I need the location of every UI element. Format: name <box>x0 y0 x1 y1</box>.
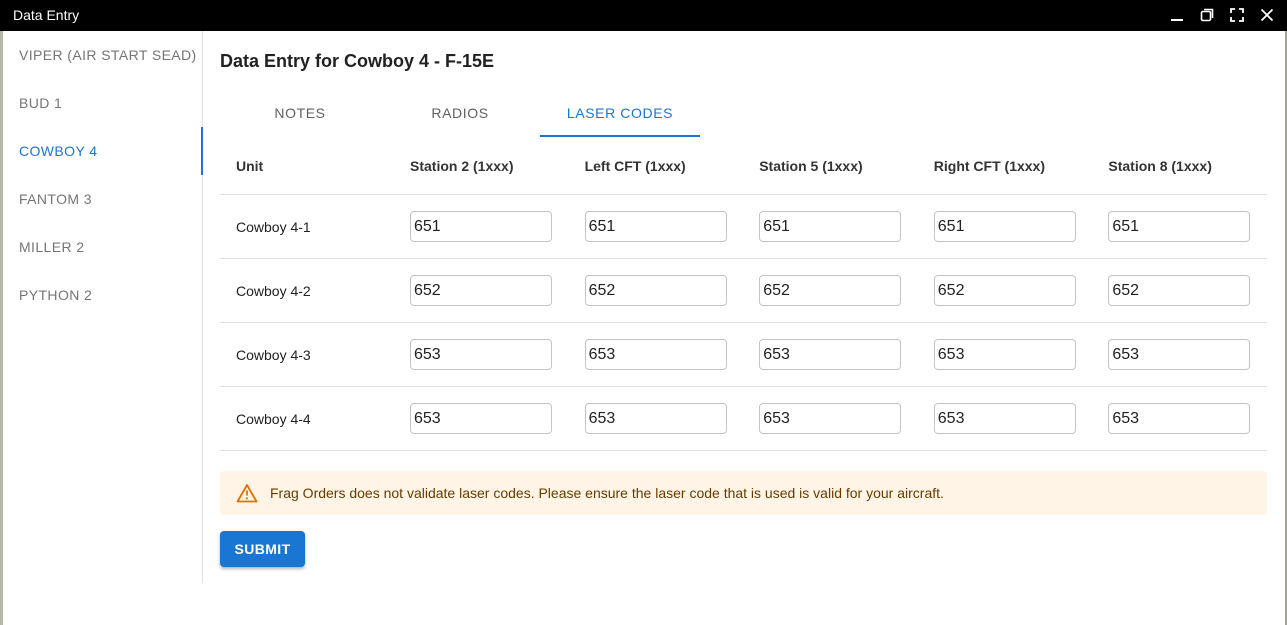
laser-code-input[interactable] <box>410 211 552 242</box>
sidebar-item-miller[interactable]: MILLER 2 <box>3 223 202 271</box>
laser-code-input[interactable] <box>584 275 727 306</box>
sidebar-item-label: MILLER 2 <box>19 239 85 255</box>
fullscreen-icon[interactable] <box>1229 6 1245 24</box>
sidebar-item-label: BUD 1 <box>19 95 63 111</box>
tab-bar: NOTES RADIOS LASER CODES <box>220 89 700 137</box>
laser-code-input[interactable] <box>933 403 1076 434</box>
laser-code-input[interactable] <box>410 403 552 434</box>
sidebar-item-label: PYTHON 2 <box>19 287 93 303</box>
laser-code-input[interactable] <box>759 403 902 434</box>
laser-code-input[interactable] <box>759 211 902 242</box>
warning-icon <box>236 483 258 503</box>
minimize-icon[interactable] <box>1169 6 1185 24</box>
page-title: Data Entry for Cowboy 4 - F-15E <box>220 51 495 71</box>
laser-code-input[interactable] <box>759 275 902 306</box>
sidebar-item-viper[interactable]: VIPER (AIR START SEAD) <box>3 31 202 79</box>
unit-name: Cowboy 4-1 <box>236 218 311 235</box>
submit-button[interactable]: SUBMIT <box>220 531 305 567</box>
laser-code-input[interactable] <box>933 211 1076 242</box>
warning-alert: Frag Orders does not validate laser code… <box>220 471 1267 515</box>
table-row: Cowboy 4-1 <box>220 195 1267 259</box>
window-title: Data Entry <box>13 7 80 23</box>
sidebar-item-label: FANTOM 3 <box>19 191 92 207</box>
restore-icon[interactable] <box>1199 6 1215 24</box>
sidebar-item-label: COWBOY 4 <box>19 143 98 159</box>
column-header-left-cft: Left CFT (1xxx) <box>584 158 686 174</box>
laser-code-input[interactable] <box>1108 339 1251 370</box>
flight-sidebar: VIPER (AIR START SEAD) BUD 1 COWBOY 4 FA… <box>3 31 203 583</box>
table-row: Cowboy 4-2 <box>220 259 1267 323</box>
column-header-station-8: Station 8 (1xxx) <box>1108 158 1212 174</box>
warning-text: Frag Orders does not validate laser code… <box>270 485 944 501</box>
table-row: Cowboy 4-4 <box>220 387 1267 451</box>
laser-code-table: Unit Station 2 (1xxx) Left CFT (1xxx) St… <box>220 138 1267 451</box>
column-header-station-5: Station 5 (1xxx) <box>759 158 863 174</box>
laser-code-input[interactable] <box>933 339 1076 370</box>
laser-code-input[interactable] <box>584 403 727 434</box>
sidebar-item-fantom[interactable]: FANTOM 3 <box>3 175 202 223</box>
tab-radios[interactable]: RADIOS <box>380 89 540 137</box>
laser-code-input[interactable] <box>410 339 552 370</box>
laser-code-input[interactable] <box>933 275 1076 306</box>
column-header-station-2: Station 2 (1xxx) <box>410 158 514 174</box>
tab-notes[interactable]: NOTES <box>220 89 380 137</box>
laser-code-input[interactable] <box>584 211 727 242</box>
sidebar-item-python[interactable]: PYTHON 2 <box>3 271 202 319</box>
laser-code-input[interactable] <box>1108 275 1251 306</box>
column-header-unit: Unit <box>236 158 264 174</box>
laser-code-input[interactable] <box>1108 211 1251 242</box>
table-row: Cowboy 4-3 <box>220 323 1267 387</box>
window-titlebar: Data Entry <box>0 0 1287 31</box>
unit-name: Cowboy 4-2 <box>236 282 311 299</box>
tab-laser-codes[interactable]: LASER CODES <box>540 89 700 137</box>
column-header-right-cft: Right CFT (1xxx) <box>933 158 1046 174</box>
laser-code-input[interactable] <box>584 339 727 370</box>
unit-name: Cowboy 4-4 <box>236 410 311 427</box>
laser-code-input[interactable] <box>759 339 902 370</box>
table-header-row: Unit Station 2 (1xxx) Left CFT (1xxx) St… <box>220 138 1267 195</box>
unit-name: Cowboy 4-3 <box>236 346 311 363</box>
sidebar-item-label: VIPER (AIR START SEAD) <box>19 47 197 63</box>
sidebar-item-bud[interactable]: BUD 1 <box>3 79 202 127</box>
window-controls <box>1169 6 1275 24</box>
close-icon[interactable] <box>1259 6 1275 24</box>
laser-code-input[interactable] <box>1108 403 1251 434</box>
sidebar-item-cowboy[interactable]: COWBOY 4 <box>3 127 203 175</box>
laser-code-input[interactable] <box>410 275 552 306</box>
